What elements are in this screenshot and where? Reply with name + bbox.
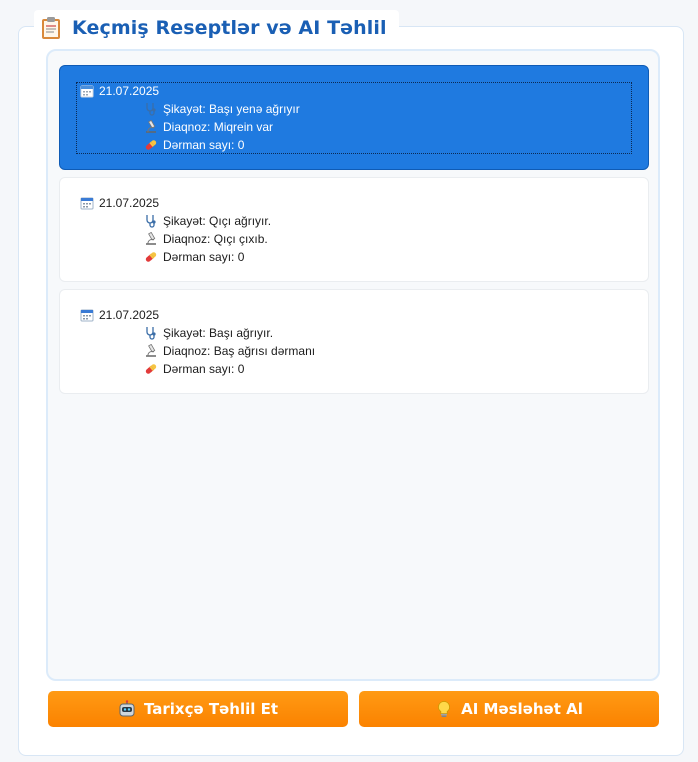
page-title: Keçmiş Reseptlər və AI Təhlil [72,17,387,39]
prescription-date: 21.07.2025 [99,84,160,98]
medicine-count: Dərman sayı: 0 [163,138,245,152]
complaint-text: Şikayət: Başı yenə ağrıyır [163,102,300,116]
calendar-icon [80,308,94,322]
analyze-history-button[interactable]: Tarixçə Təhlil Et [48,691,348,727]
diagnosis-text: Diaqnoz: Qıçı çıxıb. [163,232,268,246]
group-title: Keçmiş Reseptlər və AI Təhlil [34,10,399,46]
medicine-count: Dərman sayı: 0 [163,362,245,376]
prescription-item[interactable]: 21.07.2025 Şikayət: Başı ağrıyır. Diaqno… [59,289,649,394]
complaint-text: Şikayət: Qıçı ağrıyır. [163,214,272,228]
prescription-item[interactable]: 21.07.2025 Şikayət: Başı yenə ağrıyır Di… [59,65,649,170]
calendar-icon [80,196,94,210]
stethoscope-icon [144,214,158,228]
get-advice-button[interactable]: AI Məsləhət Al [359,691,659,727]
calendar-icon [80,84,94,98]
diagnosis-text: Diaqnoz: Baş ağrısı dərmanı [163,344,316,358]
microscope-icon [144,119,158,134]
prescription-date: 21.07.2025 [99,308,160,322]
diagnosis-text: Diaqnoz: Miqrein var [163,120,274,134]
pill-icon [144,362,158,376]
robot-icon [118,700,136,718]
microscope-icon [144,231,158,246]
analyze-history-label: Tarixçə Təhlil Et [143,700,279,718]
stethoscope-icon [144,326,158,340]
get-advice-label: AI Məsləhət Al [461,700,583,718]
pill-icon [144,138,158,152]
stethoscope-icon [144,102,158,116]
clipboard-icon [40,16,62,40]
prescription-list[interactable]: 21.07.2025 Şikayət: Başı yenə ağrıyır Di… [46,49,660,681]
medicine-count: Dərman sayı: 0 [163,250,245,264]
complaint-text: Şikayət: Başı ağrıyır. [163,326,274,340]
prescription-date: 21.07.2025 [99,196,160,210]
microscope-icon [144,343,158,358]
prescription-item[interactable]: 21.07.2025 Şikayət: Qıçı ağrıyır. Diaqno… [59,177,649,282]
pill-icon [144,250,158,264]
light-bulb-icon [435,700,453,718]
